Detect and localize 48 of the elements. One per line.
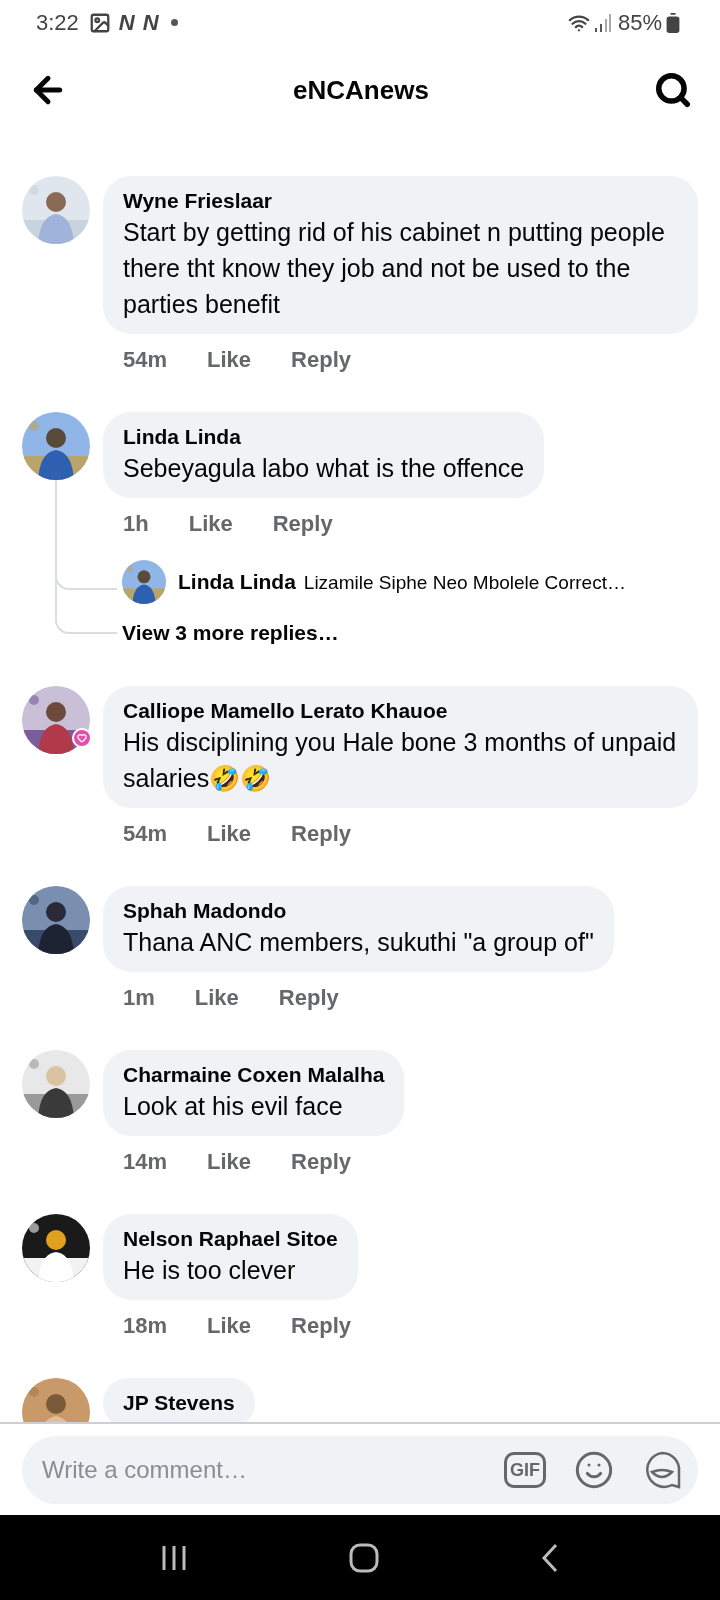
reply-button[interactable]: Reply <box>291 348 351 372</box>
search-button[interactable] <box>654 71 692 109</box>
like-button[interactable]: Like <box>207 1314 252 1338</box>
comment-time: 1m <box>123 986 155 1010</box>
home-icon[interactable] <box>349 1542 379 1573</box>
comment-time: 54m <box>123 348 168 372</box>
comment-text: Look at his evil face <box>123 1091 344 1122</box>
battery-level: 85% <box>617 9 662 37</box>
reply-button[interactable]: Reply <box>272 512 333 536</box>
reply-button[interactable]: Reply <box>291 822 351 846</box>
emoji-button[interactable] <box>574 1449 614 1490</box>
signal-icon <box>593 12 612 33</box>
comment-input-field[interactable]: Write a comment… GIF <box>22 1435 698 1504</box>
image-notification-icon <box>88 11 111 34</box>
reply-button[interactable]: Reply <box>278 986 339 1010</box>
commenter-name[interactable]: Sphah Madondo <box>123 898 594 924</box>
gif-button[interactable]: GIF <box>504 1451 546 1488</box>
like-button[interactable]: Like <box>207 822 252 846</box>
commenter-name[interactable]: Wyne Frieslaar <box>123 188 678 214</box>
like-button[interactable]: Like <box>194 986 239 1010</box>
like-button[interactable]: Like <box>207 348 252 372</box>
comment-time: 18m <box>123 1314 168 1338</box>
comment-text: He is too clever <box>123 1255 297 1286</box>
comment-time: 14m <box>123 1150 168 1174</box>
comment-text: His disciplining you Hale bone 3 months of unpaid salaries🤣🤣 <box>123 727 678 794</box>
comment-text: Start by getting rid of his cabinet n putting people there tht know they job and not be used to the parties benefit <box>123 217 667 320</box>
reply-preview[interactable]: Lizamile Siphe Neo Mbolele Correct… <box>303 569 626 598</box>
page-title: eNCAnews <box>293 73 429 107</box>
back-icon[interactable] <box>539 1542 560 1573</box>
comment-text: Sebeyagula labo what is the offence <box>123 453 525 484</box>
notification-icon: N <box>142 6 159 39</box>
commenter-name[interactable]: Linda Linda <box>123 424 525 450</box>
comment-time: 54m <box>123 822 168 846</box>
commenter-name[interactable]: Charmaine Coxen Malalha <box>123 1062 385 1088</box>
like-button[interactable]: Like <box>188 512 233 536</box>
view-more-replies-link[interactable]: View 3 more replies… <box>122 620 339 646</box>
comment-text: Thana ANC members, sukuthi "a group of" <box>123 927 594 958</box>
reply-author[interactable]: Linda Linda <box>178 566 296 598</box>
notification-icon: N <box>118 6 135 39</box>
reply-button[interactable]: Reply <box>291 1150 351 1174</box>
like-button[interactable]: Like <box>207 1150 252 1174</box>
recent-apps-icon[interactable] <box>160 1543 189 1572</box>
status-time: 3:22 <box>36 9 79 37</box>
reply-button[interactable]: Reply <box>291 1314 351 1338</box>
commenter-name[interactable]: Calliope Mamello Lerato Khauoe <box>123 698 678 724</box>
commenter-name[interactable]: JP Stevens <box>123 1390 235 1416</box>
comment-time: 1h <box>123 512 149 536</box>
commenter-name[interactable]: Nelson Raphael Sitoe <box>123 1226 338 1252</box>
